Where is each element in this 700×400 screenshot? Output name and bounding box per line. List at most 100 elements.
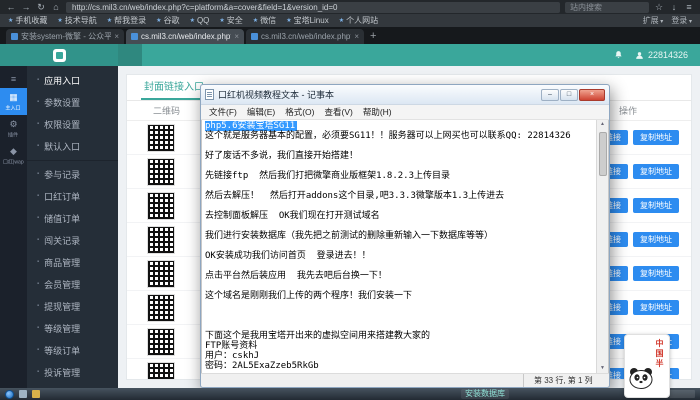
tab-close-icon[interactable] xyxy=(234,32,239,41)
browser-control-menu[interactable]: 扩展 xyxy=(643,15,664,26)
sidebar-group-entry: 应用入口 参数设置 权限设置 默认入口 xyxy=(27,69,118,157)
rail-item[interactable]: ◆ 口红|wap xyxy=(0,142,27,169)
tab-cover-link-entry[interactable]: 封面链接入口 xyxy=(141,74,207,100)
sidebar-item[interactable]: 商品管理 xyxy=(27,251,118,273)
forward-icon[interactable] xyxy=(21,0,31,14)
navbar-item[interactable] xyxy=(214,44,238,66)
taskbar-app-icon[interactable] xyxy=(32,390,40,398)
copy-address-button[interactable]: 复制地址 xyxy=(633,198,679,213)
notepad-title: 口红机视频教程文本 - 记事本 xyxy=(218,88,334,101)
sidebar-item[interactable]: 权限设置 xyxy=(27,113,118,135)
notepad-titlebar[interactable]: 口红机视频教程文本 - 记事本 xyxy=(201,85,609,105)
notification-bell-icon[interactable] xyxy=(614,50,623,60)
sidebar-item[interactable]: 默认入口 xyxy=(27,135,118,157)
tab-close-icon[interactable] xyxy=(114,32,119,41)
browser-tab[interactable]: cs.mil3.cn/web/index.php?c=... xyxy=(126,29,244,44)
copy-address-button[interactable]: 复制地址 xyxy=(633,232,679,247)
browser-tab[interactable]: cs.mil3.cn/web/index.php?c=... xyxy=(246,29,364,44)
maximize-button[interactable] xyxy=(560,89,578,101)
browser-menu-icon[interactable] xyxy=(684,0,694,14)
qr-column-header: 二维码 xyxy=(153,104,180,117)
bookmark-item[interactable]: QQ xyxy=(190,15,210,26)
rail-items: ≡ ▦ 主入口 ⚙ 插件 ◆ 口红|wap xyxy=(0,70,27,169)
rail-item[interactable]: ≡ xyxy=(0,70,27,88)
taskbar-app-icon[interactable] xyxy=(19,390,27,398)
favorite-icon[interactable] xyxy=(654,0,664,14)
taskbar-app-button[interactable]: 安装数据库 xyxy=(461,389,509,399)
notepad-line xyxy=(205,321,593,331)
scroll-up-icon[interactable] xyxy=(597,120,608,129)
menu-item[interactable]: 查看(V) xyxy=(319,106,357,118)
copy-address-button[interactable]: 复制地址 xyxy=(633,130,679,145)
navbar-item[interactable] xyxy=(190,44,214,66)
rail-item[interactable]: ▦ 主入口 xyxy=(0,88,27,115)
sidebar-item[interactable]: 等级管理 xyxy=(27,317,118,339)
sidebar-item-icon xyxy=(37,193,39,199)
notepad-line xyxy=(205,141,593,151)
close-button[interactable] xyxy=(579,89,605,101)
sidebar-item-icon xyxy=(37,369,39,375)
menu-item[interactable]: 格式(O) xyxy=(280,106,319,118)
bookmark-item[interactable]: 安全 xyxy=(219,15,242,26)
sidebar-item[interactable]: 参数设置 xyxy=(27,91,118,113)
sidebar-item-icon xyxy=(37,325,39,331)
back-icon[interactable] xyxy=(6,0,16,14)
bookmark-item[interactable]: 个人网站 xyxy=(339,15,378,26)
sidebar-item-label: 权限设置 xyxy=(44,118,80,131)
tab-close-icon[interactable] xyxy=(354,32,359,41)
app-logo[interactable] xyxy=(0,44,118,66)
rail-item-icon: ▦ xyxy=(9,92,18,102)
menu-item[interactable]: 文件(F) xyxy=(204,106,242,118)
browser-controls: 扩展登录 xyxy=(643,15,692,26)
url-bar[interactable]: http://cs.mil3.cn/web/index.php?c=platfo… xyxy=(66,2,560,13)
scroll-thumb[interactable] xyxy=(599,132,607,176)
sidebar-menu: 应用入口 参数设置 权限设置 默认入口 参与记录 口红订单 储值订单 闯关记录 … xyxy=(27,66,118,388)
bookmark-item[interactable]: 帮我登录 xyxy=(107,15,146,26)
sidebar-item[interactable]: 会员管理 xyxy=(27,273,118,295)
copy-address-button[interactable]: 复制地址 xyxy=(633,266,679,281)
user-menu[interactable]: 22814326 xyxy=(635,50,688,60)
sidebar-item[interactable]: 口红订单 xyxy=(27,185,118,207)
sidebar-item[interactable]: 参与记录 xyxy=(27,163,118,185)
sidebar-item[interactable]: 投诉管理 xyxy=(27,361,118,383)
bookmark-label: 宝塔Linux xyxy=(294,15,329,26)
notepad-line: 点击平台然后装应用 我先去吧后台换一下！ xyxy=(205,271,593,281)
reload-icon[interactable] xyxy=(36,0,46,14)
bookmark-item[interactable]: 手机收藏 xyxy=(8,15,47,26)
bookmark-item[interactable]: 微信 xyxy=(253,15,276,26)
system-tray[interactable] xyxy=(669,390,695,398)
sidebar-item[interactable]: 等级订单 xyxy=(27,339,118,361)
user-id: 22814326 xyxy=(648,50,688,60)
downloads-icon[interactable] xyxy=(669,0,679,14)
copy-address-button[interactable]: 复制地址 xyxy=(633,300,679,315)
navbar-item[interactable] xyxy=(118,44,142,66)
bookmark-item[interactable]: 谷歌 xyxy=(156,15,179,26)
notepad-line xyxy=(205,181,593,191)
sidebar-item[interactable]: 闯关记录 xyxy=(27,229,118,251)
sidebar-item[interactable]: 应用入口 xyxy=(27,69,118,91)
new-tab-button[interactable] xyxy=(370,30,376,42)
menu-item[interactable]: 编辑(E) xyxy=(242,106,280,118)
tab-bar: 安装system-微擎 - 公众平台首页 cs.mil3.cn/web/inde… xyxy=(0,27,700,44)
minimize-button[interactable] xyxy=(541,89,559,101)
navbar-item[interactable] xyxy=(166,44,190,66)
notepad-text-area[interactable]: php5.6安装宝塔SG11这个就是服务器基本的配置，必须要SG11！！服务器可… xyxy=(202,120,596,373)
navbar-item[interactable] xyxy=(142,44,166,66)
bookmark-item[interactable]: 宝塔Linux xyxy=(286,15,329,26)
sidebar-item[interactable]: 提现管理 xyxy=(27,295,118,317)
sidebar-item-icon xyxy=(37,143,39,149)
bookmark-item[interactable]: 技术导航 xyxy=(57,15,96,26)
sidebar-item[interactable]: 储值订单 xyxy=(27,207,118,229)
bookmark-label: 安全 xyxy=(227,15,243,26)
copy-address-button[interactable]: 复制地址 xyxy=(633,164,679,179)
browser-search-input[interactable] xyxy=(565,2,649,13)
browser-control-menu[interactable]: 登录 xyxy=(671,15,692,26)
start-button[interactable] xyxy=(5,390,14,399)
home-icon[interactable] xyxy=(51,0,61,14)
scroll-down-icon[interactable] xyxy=(597,364,608,373)
menu-item[interactable]: 帮助(H) xyxy=(358,106,397,118)
navbar-item[interactable] xyxy=(238,44,262,66)
notepad-scrollbar[interactable] xyxy=(596,120,608,373)
rail-item[interactable]: ⚙ 插件 xyxy=(0,115,27,142)
browser-tab[interactable]: 安装system-微擎 - 公众平台首页 xyxy=(6,29,124,44)
